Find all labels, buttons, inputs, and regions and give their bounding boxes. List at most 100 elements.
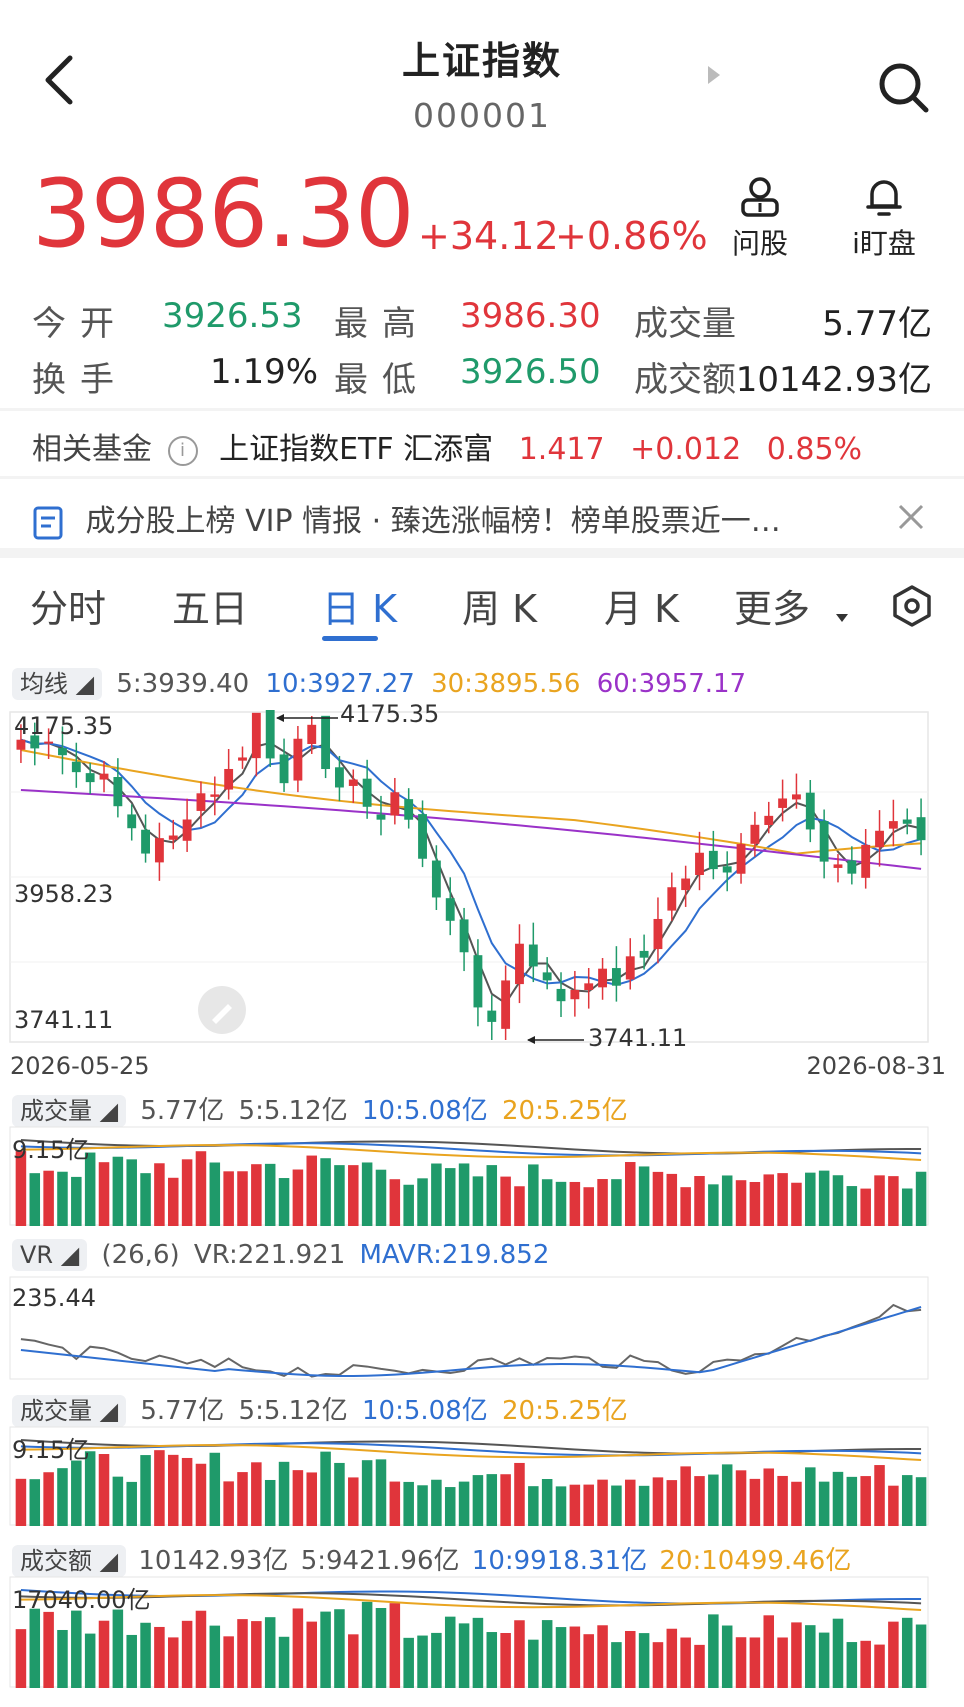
volume-bar (624, 1162, 636, 1226)
tab-five-day[interactable]: 五日 (172, 578, 248, 633)
volume-bar (638, 1485, 650, 1526)
volume-bar (195, 1610, 207, 1688)
ma-legend: 均线 ◢ 5:3939.40 10:3927.27 30:3895.56 60:… (12, 664, 746, 700)
volume-bar (444, 1616, 456, 1688)
amount-selector[interactable]: 成交额 ◢ (12, 1545, 127, 1577)
watch-button[interactable]: i盯盘 (834, 176, 934, 262)
kline-chart[interactable] (0, 710, 964, 1050)
volume-bar (431, 1163, 442, 1226)
volume-bar (486, 1474, 498, 1526)
kline-candle (127, 814, 137, 829)
related-fund-row[interactable]: 相关基金 i 上证指数ETF 汇添富 1.417 +0.012 0.85% (32, 424, 862, 468)
volume-chart[interactable] (0, 1126, 964, 1226)
volume-bar (888, 1621, 899, 1688)
volume2-ma20: 20:5.25亿 (502, 1396, 628, 1426)
volume-bar (749, 1181, 761, 1226)
kline-candle (376, 814, 386, 820)
volume-bar (209, 1625, 221, 1688)
kline-candle (238, 757, 247, 761)
volume-bar (597, 1179, 608, 1226)
kline-candle (681, 878, 691, 891)
volume-bar (264, 1479, 276, 1526)
volume-bar (195, 1151, 207, 1226)
volume-bar (528, 1639, 539, 1688)
volume-bar (680, 1466, 691, 1526)
kline-candle (598, 968, 607, 988)
volume-bar (112, 1609, 124, 1688)
notice-bar[interactable]: 成分股上榜 VIP 情报 · 臻选涨幅榜！榜单股票近一… (32, 496, 781, 541)
kline-candle (833, 864, 843, 868)
volume-label: 成交量 (634, 304, 736, 344)
volume-bar (389, 1481, 401, 1526)
ma-selector[interactable]: 均线 ◢ (12, 668, 103, 700)
tab-monthly-k[interactable]: 月 K (604, 578, 679, 633)
kline-candle (667, 887, 677, 911)
kline-candle (85, 773, 95, 783)
volume-bar (652, 1477, 664, 1526)
kline-candle (501, 980, 511, 1029)
volume-bar (84, 1633, 96, 1688)
close-icon[interactable] (896, 502, 926, 532)
volume-ma20: 20:5.25亿 (502, 1096, 628, 1126)
search-icon[interactable] (876, 60, 930, 114)
volume-bar (334, 1609, 345, 1688)
volume-bar (500, 1632, 511, 1688)
kline-candle (71, 761, 81, 773)
volume-bar (472, 1176, 484, 1226)
open-value: 3926.53 (162, 296, 303, 336)
volume-bar (112, 1476, 124, 1526)
ask-stock-button[interactable]: 问股 (710, 176, 810, 262)
vr-chart[interactable] (0, 1276, 964, 1380)
ma5-line (20, 738, 922, 1005)
volume-selector-2[interactable]: 成交量 ◢ (12, 1395, 127, 1427)
volume-bar (348, 1634, 359, 1688)
volume-bar (306, 1155, 318, 1226)
tab-weekly-k[interactable]: 周 K (462, 578, 537, 633)
vr-legend: VR ◢ (26,6) VR:221.921 MAVR:219.852 (12, 1239, 549, 1271)
tab-daily-k[interactable]: 日 K (322, 578, 397, 633)
volume-bar (348, 1165, 359, 1226)
volume-bar (735, 1637, 747, 1688)
ma-selector-label: 均线 (20, 670, 68, 698)
volume-bar (167, 1454, 179, 1526)
divider (0, 548, 964, 558)
kline-candle (44, 741, 54, 744)
volume-bar (98, 1620, 110, 1688)
volume-bar (320, 1451, 331, 1526)
volume-bar (597, 1479, 608, 1526)
volume-selector-label-2: 成交量 (20, 1397, 92, 1425)
volume-bar (167, 1637, 179, 1688)
kline-candle (888, 821, 898, 829)
kline-candle (99, 773, 109, 780)
volume-bar (583, 1634, 594, 1688)
info-icon[interactable]: i (167, 435, 198, 466)
volume-chart-2[interactable] (0, 1426, 964, 1526)
vr-params: (26,6) (101, 1240, 180, 1270)
volume-bar (348, 1477, 359, 1526)
active-tab-indicator (322, 636, 378, 641)
more-dropdown-icon[interactable] (836, 614, 848, 622)
volume-bar (514, 1186, 525, 1226)
settings-icon[interactable] (890, 584, 934, 628)
low-value: 3926.50 (460, 352, 601, 392)
volume-bar (694, 1176, 705, 1226)
volume-bar (403, 1481, 414, 1526)
volume-bar (403, 1637, 414, 1688)
volume-bar (832, 1618, 844, 1688)
volume-bar (292, 1470, 304, 1526)
volume-bar (721, 1175, 733, 1226)
volume-bar (71, 1610, 82, 1688)
volume-bar (860, 1640, 871, 1688)
volume-bar (708, 1474, 719, 1526)
volume-bar (29, 1608, 41, 1688)
kline-candle (141, 829, 150, 854)
tab-intraday[interactable]: 分时 (30, 578, 106, 633)
volume-selector[interactable]: 成交量 ◢ (12, 1095, 127, 1127)
volume-bar (140, 1455, 151, 1526)
volume-bar (500, 1474, 511, 1526)
vr-selector[interactable]: VR ◢ (12, 1239, 88, 1271)
next-stock-icon[interactable] (708, 66, 720, 84)
tab-more[interactable]: 更多 (734, 578, 810, 633)
volume-ma5: 5:5.12亿 (238, 1096, 348, 1126)
volume-bar (417, 1485, 428, 1526)
